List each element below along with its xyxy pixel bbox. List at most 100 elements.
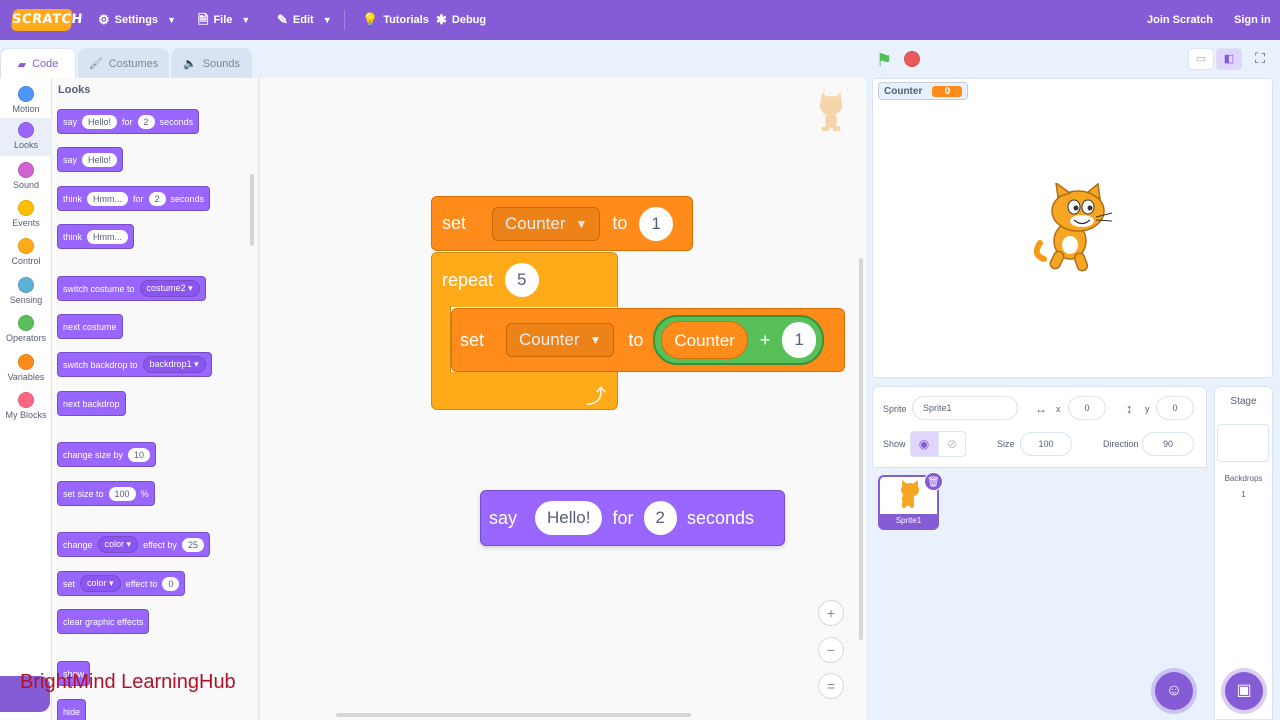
stage-thumbnail[interactable] <box>1217 424 1269 462</box>
palette-hide-block[interactable]: hide <box>57 699 87 720</box>
block-input[interactable]: Hmm... <box>87 229 129 244</box>
settings-menu[interactable]: ⚙ Settings ▼ <box>98 0 176 40</box>
y-input[interactable]: 0 <box>1156 396 1194 420</box>
file-label: File <box>213 14 233 26</box>
add-operator-block[interactable]: Counter + 1 <box>653 315 824 365</box>
zoom-out-icon: − <box>826 642 836 658</box>
palette-think-for-block[interactable]: think Hmm... for 2 seconds <box>57 186 211 211</box>
chevron-down-icon: ▼ <box>241 15 251 25</box>
sign-in-link[interactable]: Sign in <box>1234 0 1271 40</box>
message-input[interactable]: Hello! <box>535 501 603 535</box>
block-input[interactable]: Hmm... <box>87 191 129 206</box>
delete-sprite-button[interactable]: 🗑 <box>924 472 943 491</box>
set-variable-block[interactable]: set Counter ▼ to Counter + 1 <box>451 308 845 372</box>
palette-scrollbar[interactable] <box>250 174 254 246</box>
seconds-input[interactable]: 2 <box>643 501 677 535</box>
block-text: seconds <box>170 193 205 204</box>
large-stage-button[interactable]: ◧ <box>1216 48 1242 70</box>
say-for-seconds-block[interactable]: say Hello! for 2 seconds <box>480 490 785 546</box>
category-motion[interactable]: Motion <box>0 82 52 120</box>
palette-say-block[interactable]: say Hello! <box>57 147 124 172</box>
category-sensing[interactable]: Sensing <box>0 273 52 311</box>
palette-next-backdrop-block[interactable]: next backdrop <box>57 391 126 416</box>
cat-sprite[interactable] <box>1030 183 1114 273</box>
pencil-icon: ✎ <box>277 12 288 27</box>
palette-clear-effects-block[interactable]: clear graphic effects <box>57 609 150 634</box>
palette-switch-costume-block[interactable]: switch costume to costume2 ▾ <box>57 276 206 301</box>
block-input[interactable]: Hello! <box>82 152 118 167</box>
speaker-icon: 🔈 <box>182 58 197 70</box>
edit-menu[interactable]: ✎ Edit ▼ <box>277 0 332 40</box>
block-text: set <box>63 578 76 589</box>
category-operators[interactable]: Operators <box>0 311 52 349</box>
block-input[interactable]: 10 <box>128 447 151 462</box>
repeat-block[interactable]: repeat 5 <box>431 252 618 307</box>
tab-code[interactable]: ▰ Code <box>0 48 76 79</box>
value-input[interactable]: 1 <box>639 206 673 241</box>
tutorials-label: Tutorials <box>383 14 429 26</box>
category-variables[interactable]: Variables <box>0 350 52 388</box>
large-stage-icon: ◧ <box>1223 53 1235 65</box>
palette-set-effect-block[interactable]: set color ▾ effect to 0 <box>57 571 186 596</box>
category-my-blocks[interactable]: My Blocks <box>0 388 52 426</box>
join-scratch-link[interactable]: Join Scratch <box>1147 0 1213 40</box>
palette-next-costume-block[interactable]: next costume <box>57 314 123 339</box>
category-sound[interactable]: Sound <box>0 158 52 196</box>
category-control[interactable]: Control <box>0 234 52 272</box>
x-input[interactable]: 0 <box>1068 396 1106 420</box>
variable-dropdown[interactable]: Counter ▼ <box>506 323 615 357</box>
block-dropdown[interactable]: color ▾ <box>80 575 121 592</box>
zoom-out-button[interactable]: − <box>818 637 844 663</box>
sprite-thumbnail-name: Sprite1 <box>880 514 937 528</box>
zoom-reset-button[interactable]: = <box>818 673 844 699</box>
block-input[interactable]: 100 <box>108 486 136 501</box>
debug-button[interactable]: ✱ Debug <box>436 0 486 40</box>
stop-icon[interactable] <box>904 51 920 67</box>
scratch-logo[interactable]: SCRATCH <box>10 9 84 31</box>
block-dropdown[interactable]: costume2 ▾ <box>139 280 200 297</box>
size-input[interactable]: 100 <box>1020 432 1072 456</box>
palette-say-for-block[interactable]: say Hello! for 2 seconds <box>57 109 200 134</box>
hide-sprite-button[interactable]: ⊘ <box>938 431 966 457</box>
zoom-in-button[interactable]: + <box>818 600 844 626</box>
block-input[interactable]: 2 <box>137 114 155 129</box>
direction-input[interactable]: 90 <box>1142 432 1194 456</box>
tab-sounds[interactable]: 🔈 Sounds <box>171 48 252 78</box>
block-input[interactable]: 0 <box>162 576 180 591</box>
file-menu[interactable]: 🗎 File ▼ <box>198 0 250 40</box>
block-input[interactable]: Hello! <box>82 114 118 129</box>
block-text: repeat <box>442 269 494 290</box>
palette-change-effect-block[interactable]: change color ▾ effect by 25 <box>57 532 210 557</box>
block-input[interactable]: 2 <box>148 191 166 206</box>
show-sprite-button[interactable]: ◉ <box>910 431 938 457</box>
green-flag-icon[interactable]: ⚑ <box>876 50 892 71</box>
tab-costumes[interactable]: 🖌 Costumes <box>78 48 169 78</box>
set-variable-block[interactable]: set Counter ▼ to 1 <box>431 196 693 251</box>
block-input[interactable]: 25 <box>181 537 204 552</box>
variable-reporter[interactable]: Counter <box>661 321 748 359</box>
loop-arrow-icon: ⤴ <box>586 386 606 408</box>
palette-change-size-block[interactable]: change size by 10 <box>57 442 157 467</box>
variable-dropdown[interactable]: Counter ▼ <box>492 206 601 241</box>
value-input[interactable]: 1 <box>782 322 816 358</box>
palette-switch-backdrop-block[interactable]: switch backdrop to backdrop1 ▾ <box>57 352 212 377</box>
fullscreen-button[interactable]: ⛶ <box>1247 48 1273 70</box>
repeat-count-input[interactable]: 5 <box>505 263 539 297</box>
choose-sprite-button[interactable]: ☺ <box>1155 672 1193 710</box>
palette-think-block[interactable]: think Hmm... <box>57 224 135 249</box>
block-dropdown[interactable]: backdrop1 ▾ <box>142 356 206 373</box>
script-area-horizontal-scrollbar[interactable] <box>336 713 691 717</box>
sprite-name-input[interactable]: Sprite1 <box>912 396 1018 420</box>
block-dropdown[interactable]: color ▾ <box>97 536 139 553</box>
script-area-vertical-scrollbar[interactable] <box>859 258 863 640</box>
add-backdrop-icon: ▣ <box>1236 682 1252 699</box>
palette-set-size-block[interactable]: set size to 100 % <box>57 481 155 506</box>
category-events[interactable]: Events <box>0 196 52 234</box>
block-text: to <box>628 329 644 350</box>
small-stage-button[interactable]: ▭ <box>1188 48 1214 70</box>
tutorials-button[interactable]: 💡 Tutorials <box>362 0 429 40</box>
choose-backdrop-button[interactable]: ▣ <box>1225 672 1263 710</box>
brush-icon: 🖌 <box>88 58 103 70</box>
block-text: % <box>140 488 149 499</box>
category-looks[interactable]: Looks <box>0 118 52 156</box>
